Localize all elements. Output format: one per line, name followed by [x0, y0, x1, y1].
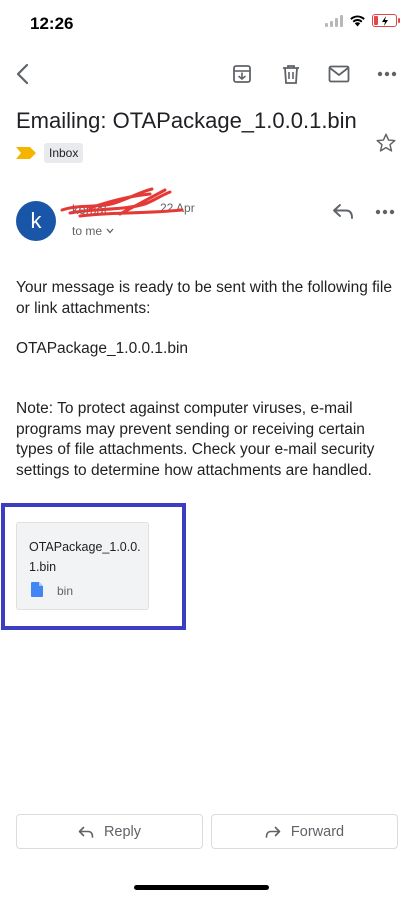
archive-icon — [233, 65, 251, 83]
inbox-label-chip[interactable]: Inbox — [44, 143, 84, 163]
email-subject: Emailing: OTAPackage_1.0.0.1.bin — [16, 108, 357, 133]
label-row: Inbox — [16, 143, 84, 163]
forward-icon — [265, 826, 281, 838]
forward-button-label: Forward — [290, 823, 345, 840]
reply-icon-button[interactable] — [332, 202, 354, 225]
sender-avatar[interactable]: k — [16, 201, 56, 241]
back-button[interactable] — [6, 58, 38, 90]
trash-icon — [283, 65, 299, 84]
wifi-icon — [350, 15, 365, 27]
message-body-paragraph: Your message is ready to be sent with th… — [16, 279, 392, 317]
reply-icon — [333, 204, 353, 219]
attachment-file-type: bin — [57, 584, 74, 598]
attachment-card[interactable]: OTAPackage_1.0.0.1.bin bin — [16, 522, 149, 610]
status-icons — [325, 14, 400, 27]
archive-button[interactable] — [226, 58, 258, 90]
important-marker-icon[interactable] — [16, 147, 36, 159]
reply-button[interactable]: Reply — [16, 814, 203, 849]
message-more-button[interactable] — [375, 202, 395, 220]
mark-unread-button[interactable] — [323, 58, 355, 90]
forward-button[interactable]: Forward — [211, 814, 398, 849]
status-time: 12:26 — [30, 14, 74, 33]
toolbar — [0, 54, 415, 94]
status-bar: 12:26 — [0, 0, 415, 48]
more-options-button[interactable] — [371, 58, 403, 90]
star-icon — [376, 133, 396, 152]
recipient-label: to me — [72, 224, 103, 238]
recipient-details-toggle[interactable]: to me — [72, 224, 114, 238]
cellular-signal-icon — [325, 14, 343, 27]
file-icon — [31, 582, 43, 597]
message-body-note: Note: To protect against computer viruse… — [16, 400, 375, 479]
message-body-filename: OTAPackage_1.0.0.1.bin — [16, 340, 189, 357]
more-horizontal-icon — [375, 209, 395, 215]
reply-icon — [78, 826, 94, 838]
delete-button[interactable] — [275, 58, 307, 90]
attachment-file-name: OTAPackage_1.0.0.1.bin — [29, 540, 141, 574]
mail-icon — [328, 65, 350, 83]
more-horizontal-icon — [377, 71, 397, 77]
star-button[interactable] — [375, 132, 397, 159]
chevron-down-icon — [106, 228, 114, 234]
arrow-back-icon — [16, 63, 29, 85]
battery-icon — [372, 14, 400, 27]
reply-button-label: Reply — [103, 823, 142, 840]
home-indicator[interactable] — [134, 885, 269, 890]
redaction-scribble — [60, 187, 184, 218]
